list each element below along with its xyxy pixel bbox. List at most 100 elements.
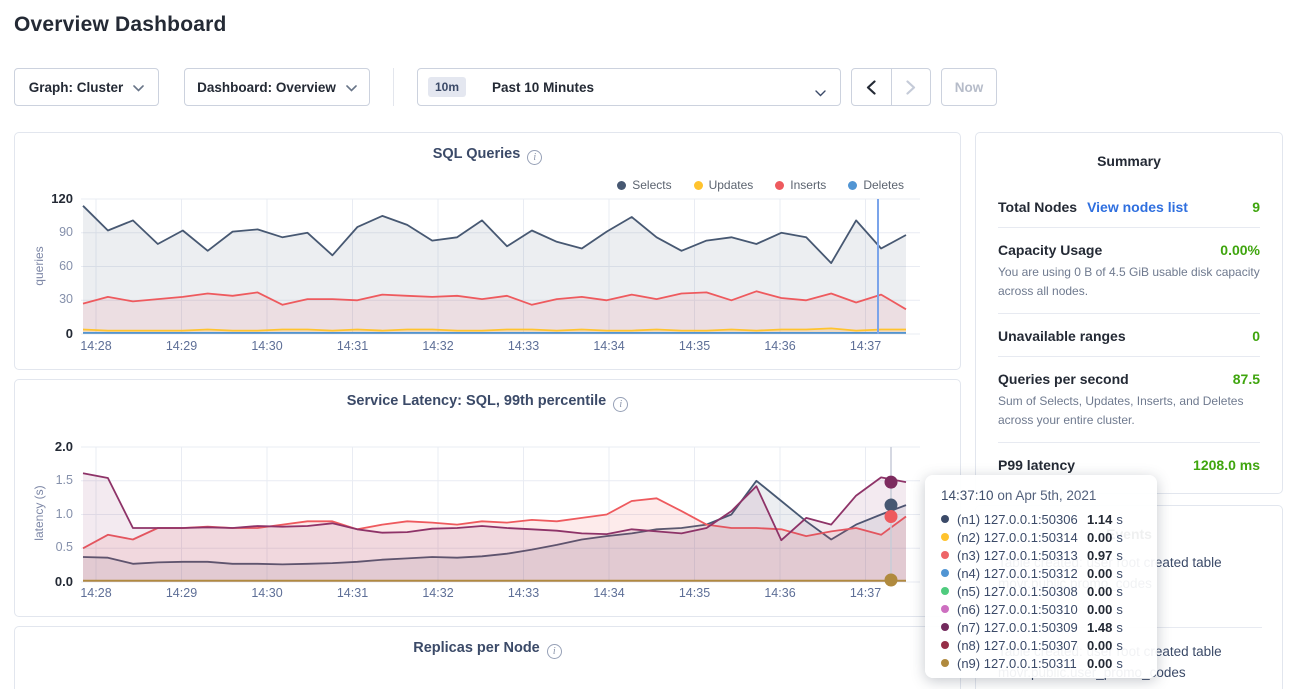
- tooltip-node-unit: s: [1116, 512, 1123, 527]
- summary-value: 1208.0 ms: [1193, 457, 1260, 473]
- tooltip-node-row: (n6) 127.0.0.1:50310 0.00 s: [941, 600, 1141, 618]
- x-axis-tick-label: 14:31: [321, 586, 385, 600]
- summary-label: P99 latency: [998, 457, 1075, 473]
- tooltip-node-row: (n8) 127.0.0.1:50307 0.00 s: [941, 636, 1141, 654]
- tooltip-node-row: (n1) 127.0.0.1:503061.14s: [941, 510, 1141, 528]
- tooltip-node-value: 0.00: [1087, 602, 1112, 617]
- tooltip-node-address: (n7) 127.0.0.1:50309: [957, 620, 1081, 635]
- summary-panel-title: Summary: [976, 153, 1282, 169]
- summary-row-queries-per-second: Queries per second 87.5 Sum of Selects, …: [998, 356, 1260, 442]
- y-axis-tick-label: 2.0: [23, 439, 73, 454]
- tooltip-node-unit: s: [1116, 566, 1123, 581]
- sql-queries-plot[interactable]: [15, 133, 960, 369]
- node-color-dot-icon: [941, 605, 949, 613]
- x-axis-tick-label: 14:32: [406, 339, 470, 353]
- tooltip-node-unit: s: [1116, 530, 1123, 545]
- x-axis-tick-label: 14:34: [577, 339, 641, 353]
- next-time-button[interactable]: [891, 69, 931, 105]
- time-window-dropdown[interactable]: 10m Past 10 Minutes: [417, 68, 841, 106]
- service-latency-chart-card: Service Latency: SQL, 99th percentilei l…: [14, 379, 961, 617]
- tooltip-node-row: (n5) 127.0.0.1:503080.00s: [941, 582, 1141, 600]
- tooltip-node-value: 1.48: [1087, 620, 1112, 635]
- tooltip-node-unit: s: [1116, 638, 1123, 653]
- x-axis-tick-label: 14:33: [492, 586, 556, 600]
- summary-label: Capacity Usage: [998, 242, 1102, 258]
- node-color-dot-icon: [941, 551, 949, 559]
- page-title: Overview Dashboard: [14, 13, 227, 37]
- summary-value: 0: [1252, 328, 1260, 344]
- chart-title-text: Replicas per Node: [413, 640, 540, 656]
- graph-select-label: Graph: Cluster: [29, 80, 124, 95]
- node-color-dot-icon: [941, 659, 949, 667]
- x-axis-tick-label: 14:35: [663, 339, 727, 353]
- service-latency-plot[interactable]: [15, 380, 960, 616]
- tooltip-node-value: 0.00: [1087, 638, 1112, 653]
- x-axis-tick-label: 14:31: [321, 339, 385, 353]
- summary-panel: Summary Total Nodes View nodes list 9 Ca…: [975, 132, 1283, 494]
- chevron-down-icon: [815, 85, 826, 100]
- x-axis-tick-label: 14:37: [834, 339, 898, 353]
- tooltip-node-address: (n9) 127.0.0.1:50311: [957, 656, 1081, 671]
- x-axis-tick-label: 14:28: [64, 339, 128, 353]
- tooltip-node-row: (n7) 127.0.0.1:50309 1.48 s: [941, 618, 1141, 636]
- y-axis-tick-label: 60: [23, 259, 73, 273]
- info-icon[interactable]: i: [547, 644, 562, 659]
- y-axis-tick-label: 30: [23, 292, 73, 306]
- chevron-down-icon: [346, 80, 357, 95]
- dashboard-select-dropdown[interactable]: Dashboard: Overview: [184, 68, 370, 106]
- tooltip-node-address: (n1) 127.0.0.1:50306: [957, 512, 1081, 527]
- summary-value: 9: [1252, 199, 1260, 215]
- node-color-dot-icon: [941, 623, 949, 631]
- node-color-dot-icon: [941, 569, 949, 577]
- tooltip-node-row: (n3) 127.0.0.1:503130.97s: [941, 546, 1141, 564]
- node-color-dot-icon: [941, 587, 949, 595]
- y-axis-tick-label: 120: [23, 191, 73, 206]
- tooltip-node-value: 0.00: [1087, 530, 1112, 545]
- tooltip-node-value: 0.97: [1087, 548, 1112, 563]
- view-nodes-list-link[interactable]: View nodes list: [1087, 199, 1188, 215]
- x-axis-tick-label: 14:34: [577, 586, 641, 600]
- x-axis-tick-label: 14:29: [150, 339, 214, 353]
- tooltip-node-unit: s: [1116, 602, 1123, 617]
- tooltip-date: on Apr 5th, 2021: [994, 488, 1097, 503]
- tooltip-node-row: (n9) 127.0.0.1:50311 0.00 s: [941, 654, 1141, 672]
- x-axis-tick-label: 14:32: [406, 586, 470, 600]
- replicas-chart-title: Replicas per Node i: [15, 640, 960, 659]
- tooltip-node-address: (n5) 127.0.0.1:50308: [957, 584, 1081, 599]
- summary-row-capacity-usage: Capacity Usage 0.00% You are using 0 B o…: [998, 227, 1260, 313]
- prev-time-button[interactable]: [852, 69, 891, 105]
- chevron-down-icon: [133, 80, 144, 95]
- x-axis-tick-label: 14:28: [64, 586, 128, 600]
- summary-label: Unavailable ranges: [998, 328, 1126, 344]
- y-axis-tick-label: 0.5: [23, 540, 73, 554]
- now-button[interactable]: Now: [941, 68, 997, 106]
- tooltip-node-row: (n4) 127.0.0.1:503120.00s: [941, 564, 1141, 582]
- y-axis-tick-label: 1.5: [23, 473, 73, 487]
- tooltip-node-address: (n8) 127.0.0.1:50307: [957, 638, 1081, 653]
- x-axis-tick-label: 14:36: [748, 339, 812, 353]
- tooltip-node-address: (n6) 127.0.0.1:50310: [957, 602, 1081, 617]
- summary-description: You are using 0 B of 4.5 GiB usable disk…: [998, 263, 1260, 301]
- y-axis-tick-label: 90: [23, 225, 73, 239]
- sql-queries-chart-card: SQL Queriesi SelectsUpdatesInsertsDelete…: [14, 132, 961, 370]
- tooltip-node-value: 0.00: [1087, 656, 1112, 671]
- x-axis-tick-label: 14:29: [150, 586, 214, 600]
- tooltip-node-address: (n2) 127.0.0.1:50314: [957, 530, 1081, 545]
- tooltip-node-unit: s: [1116, 656, 1123, 671]
- node-color-dot-icon: [941, 641, 949, 649]
- x-axis-tick-label: 14:37: [834, 586, 898, 600]
- x-axis-tick-label: 14:30: [235, 586, 299, 600]
- replicas-per-node-chart-card: Replicas per Node i: [14, 626, 961, 689]
- graph-select-dropdown[interactable]: Graph: Cluster: [14, 68, 159, 106]
- toolbar-divider: [393, 68, 394, 106]
- summary-row-unavailable-ranges: Unavailable ranges 0: [998, 313, 1260, 356]
- y-axis-tick-label: 1.0: [23, 507, 73, 521]
- summary-row-total-nodes: Total Nodes View nodes list 9: [998, 169, 1260, 227]
- x-axis-tick-label: 14:36: [748, 586, 812, 600]
- summary-rows: Total Nodes View nodes list 9 Capacity U…: [998, 169, 1260, 485]
- tooltip-node-address: (n4) 127.0.0.1:50312: [957, 566, 1081, 581]
- summary-value: 87.5: [1233, 371, 1260, 387]
- tooltip-node-unit: s: [1116, 620, 1123, 635]
- summary-label: Total Nodes: [998, 199, 1077, 215]
- x-axis-tick-label: 14:33: [492, 339, 556, 353]
